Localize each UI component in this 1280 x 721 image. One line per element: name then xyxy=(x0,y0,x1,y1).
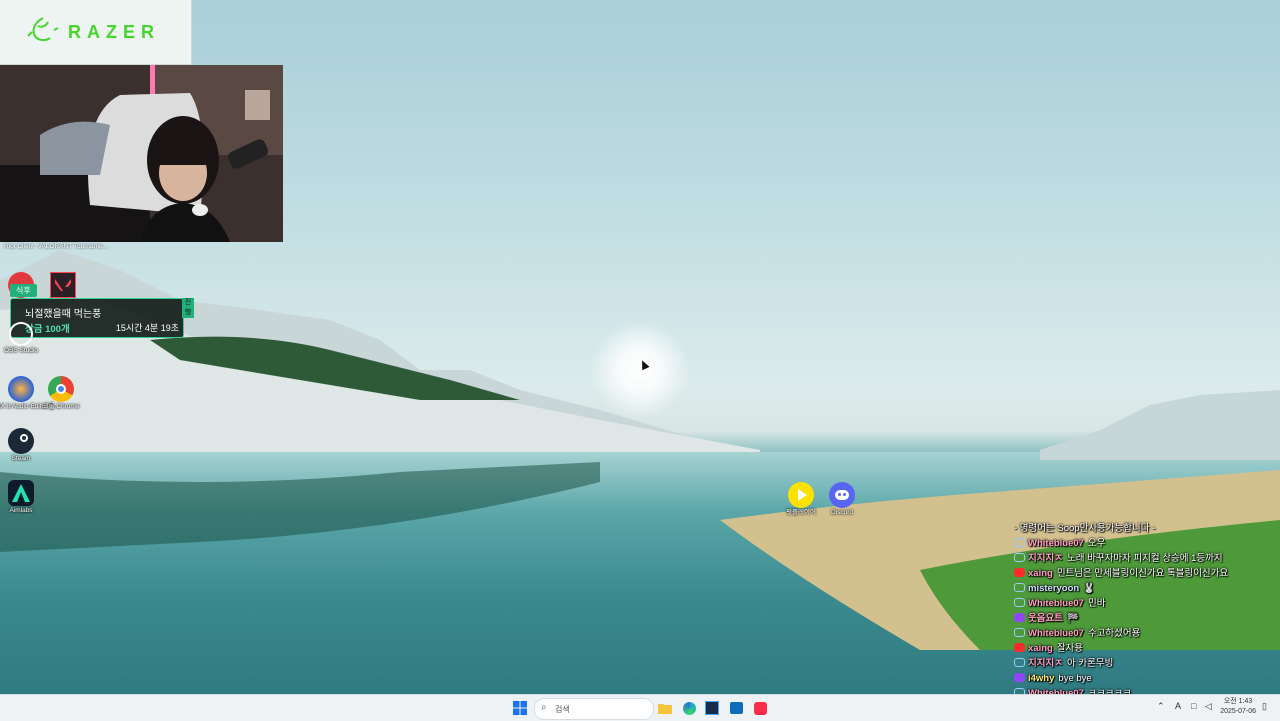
overlay-timer: 15시간 4분 19초 xyxy=(115,323,179,333)
overlay-tag: 식후 xyxy=(10,284,37,297)
chat-text: 민트님은 만세블링이신가요 톡블링이신가요 xyxy=(1056,568,1229,579)
taskbar-search-box[interactable]: ⌕ 검색 xyxy=(534,698,654,720)
chat-username: i4why xyxy=(1028,673,1055,684)
rx-audio-editor-icon xyxy=(8,376,34,402)
desktop-icon-label: Steam xyxy=(11,455,31,462)
mountains-right xyxy=(1040,390,1280,460)
valorant-icon[interactable] xyxy=(50,272,76,298)
chat-text: 🏁 xyxy=(1066,613,1079,624)
soop-platform-icon xyxy=(1014,658,1025,667)
overlay-title: 뇌절했을때 먹는풍 xyxy=(25,309,102,320)
chrome-icon xyxy=(48,376,74,402)
razer-banner: RAZER xyxy=(0,0,192,65)
desktop-icon-steam[interactable]: Steam xyxy=(0,428,46,463)
chat-message: Whiteblue07 민바 xyxy=(1014,596,1276,611)
chat-text: 잘자용 xyxy=(1056,643,1084,654)
desktop-icon-discord[interactable]: Discord xyxy=(817,482,867,517)
desktop-top-labels: Riot Client VALORANT Tourname... xyxy=(4,243,108,251)
discord-icon xyxy=(829,482,855,508)
chat-username: 웃음요트 xyxy=(1028,613,1063,624)
soop-platform-icon xyxy=(1014,538,1025,547)
clock-time: 오전 1:43 xyxy=(1223,698,1253,705)
chat-text: bye bye xyxy=(1058,673,1092,684)
chat-text: 아 카론무빙 xyxy=(1066,658,1114,669)
network-icon[interactable]: □ xyxy=(1191,701,1196,711)
outlook-icon[interactable] xyxy=(727,699,745,717)
youtube-platform-icon xyxy=(1014,568,1025,577)
search-icon: ⌕ xyxy=(541,702,547,713)
chat-text: 오우 xyxy=(1087,538,1106,549)
notification-icon[interactable]: ▯ xyxy=(1262,701,1267,712)
volume-icon[interactable]: ◁ xyxy=(1205,701,1212,712)
chat-text: 민바 xyxy=(1087,598,1106,609)
chat-username: xaing xyxy=(1028,568,1053,579)
desktop-icon-aimlabs[interactable]: Aimlabs xyxy=(0,480,46,515)
riot-client-label: Riot Client xyxy=(4,243,34,250)
webcam-image xyxy=(0,65,283,242)
chat-message: 지지지ㅈ 노래 바꾸자마자 피지컬 상승에 1등까지 xyxy=(1014,551,1276,566)
razer-logo-text: RAZER xyxy=(68,22,160,42)
soop-platform-icon xyxy=(1014,553,1025,562)
desktop-icon-label: 크롬 Chrome xyxy=(42,403,80,410)
soop-platform-icon xyxy=(1014,583,1025,592)
chat-username: 지지지ㅈ xyxy=(1028,553,1063,564)
webcam-feed xyxy=(0,65,283,242)
chat-username: 지지지ㅈ xyxy=(1028,658,1063,669)
twitch-platform-icon xyxy=(1014,673,1025,682)
chat-message: Whiteblue07 오우 xyxy=(1014,536,1276,551)
chat-message: xaing 잘자용 xyxy=(1014,641,1276,656)
taskbar-clock[interactable]: 오전 1:43 2025-07-06 xyxy=(1220,697,1256,717)
chat-message: 웃음요트 🏁 xyxy=(1014,611,1276,626)
lake-reflection xyxy=(0,462,600,552)
desktop-icon-label: Discord xyxy=(830,509,854,516)
razer-snake-icon xyxy=(27,17,59,42)
chat-message: 지지지ㅈ 아 카론무빙 xyxy=(1014,656,1276,671)
chat-message: i4why bye bye xyxy=(1014,671,1276,686)
chat-message-list: Whiteblue07 오우 지지지ㅈ 노래 바꾸자마자 피지컬 상승에 1등까지 xa… xyxy=(1014,536,1276,716)
chat-text: 노래 바꾸자마자 피지컬 상승에 1등까지 xyxy=(1066,553,1223,564)
clock-date: 2025-07-06 xyxy=(1220,708,1256,715)
youtube-platform-icon xyxy=(1014,643,1025,652)
soop-platform-icon xyxy=(1014,598,1025,607)
desktop-icon-obs[interactable]: OBS Studio xyxy=(0,322,46,355)
chat-message: misteryoon 🐰 xyxy=(1014,581,1276,596)
chat-username: Whiteblue07 xyxy=(1028,628,1084,639)
stream-chat-overlay: - 명령어는 Soop만사용가능합니다 - Whiteblue07 오우 지지지ㅈ 노… xyxy=(1014,521,1276,716)
aimlabs-icon xyxy=(8,480,34,506)
twitch-platform-icon xyxy=(1014,613,1025,622)
ime-indicator[interactable]: A xyxy=(1175,701,1181,711)
file-explorer-icon[interactable] xyxy=(656,699,674,717)
chevron-up-icon[interactable]: ⌃ xyxy=(1157,701,1165,712)
soop-platform-icon xyxy=(1014,628,1025,637)
chat-message: Whiteblue07 수고하셨어용 xyxy=(1014,626,1276,641)
steam-icon xyxy=(8,428,34,454)
edge-icon[interactable] xyxy=(680,699,698,717)
potplayer-icon xyxy=(788,482,814,508)
store-icon[interactable] xyxy=(703,699,721,717)
chat-text: 수고하셨어용 xyxy=(1087,628,1141,639)
chat-text: 🐰 xyxy=(1083,583,1096,594)
chat-username: Whiteblue07 xyxy=(1028,598,1084,609)
mountains-left xyxy=(0,250,760,460)
search-placeholder: 검색 xyxy=(555,705,570,714)
obs-icon xyxy=(9,322,33,346)
chat-username: misteryoon xyxy=(1028,583,1080,594)
desktop-icon-label: Aimlabs xyxy=(9,507,33,514)
chat-username: xaing xyxy=(1028,643,1053,654)
valorant-label: VALORANT Tourname... xyxy=(37,243,109,250)
windows-start-icon[interactable] xyxy=(511,699,529,717)
chat-header: - 명령어는 Soop만사용가능합니다 - xyxy=(1014,523,1156,534)
chat-message: xaing 민트님은 만세블링이신가요 톡블링이신가요 xyxy=(1014,566,1276,581)
music-icon[interactable] xyxy=(751,699,769,717)
desktop-icon-chrome[interactable]: 크롬 Chrome xyxy=(36,376,86,411)
desktop-icon-label: OBS Studio xyxy=(4,347,38,354)
overlay-side-tag: 진행 xyxy=(182,298,194,318)
chat-username: Whiteblue07 xyxy=(1028,538,1084,549)
taskbar: ⌕ 검색 ⌃ A □ ◁ 오전 1:43 2025-07-06 ▯ xyxy=(0,694,1280,721)
